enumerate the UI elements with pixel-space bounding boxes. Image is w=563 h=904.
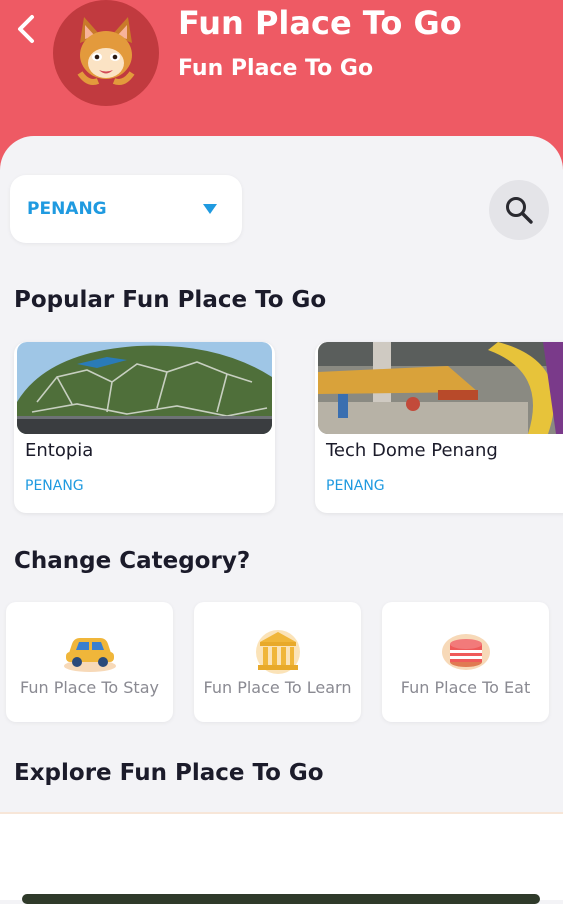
category-label: Fun Place To Learn (203, 678, 352, 697)
car-icon (63, 638, 116, 672)
page-title: Fun Place To Go (178, 4, 462, 42)
search-icon (506, 197, 533, 224)
place-card-entopia[interactable]: Entopia PENANG (14, 342, 275, 513)
location-dropdown[interactable]: PENANG (10, 175, 242, 243)
category-label: Fun Place To Eat (400, 678, 531, 697)
avatar (53, 0, 159, 106)
category-eat[interactable]: Fun Place To Eat (382, 602, 549, 722)
back-button[interactable] (10, 12, 44, 46)
place-card-tech-dome[interactable]: Tech Dome Penang PENANG (315, 342, 563, 513)
place-name: Entopia (25, 440, 94, 461)
location-dropdown-value: PENANG (27, 199, 107, 219)
explore-list (0, 814, 563, 900)
search-button[interactable] (489, 180, 549, 240)
explore-heading: Explore Fun Place To Go (14, 760, 324, 786)
place-image (17, 342, 272, 434)
category-heading: Change Category? (14, 548, 251, 574)
popular-heading: Popular Fun Place To Go (14, 287, 327, 313)
arrow-left-icon (18, 15, 34, 43)
explore-item-image[interactable] (22, 894, 540, 904)
place-image (318, 342, 563, 434)
caret-down-icon (203, 204, 217, 214)
museum-icon (255, 630, 300, 674)
place-name: Tech Dome Penang (326, 440, 498, 461)
place-location: PENANG (326, 478, 385, 494)
page-subtitle: Fun Place To Go (178, 56, 374, 81)
cat-mascot-icon (77, 17, 135, 85)
category-stay[interactable]: Fun Place To Stay (6, 602, 173, 722)
category-label: Fun Place To Stay (20, 678, 159, 697)
category-learn[interactable]: Fun Place To Learn (194, 602, 361, 722)
cake-icon (441, 634, 490, 670)
place-location: PENANG (25, 478, 84, 494)
